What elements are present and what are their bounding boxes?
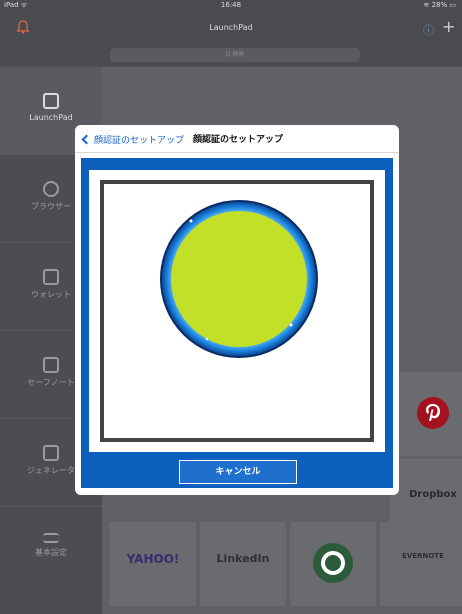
sidebar-item-label: LaunchPad: [29, 113, 73, 122]
sidebar-item-label: ジェネレータ: [27, 466, 75, 475]
camera-panel: キャンセル: [81, 158, 393, 488]
cancel-button[interactable]: キャンセル: [179, 460, 297, 484]
linkedin-tile[interactable]: LinkedIn: [200, 522, 286, 606]
chevron-left-icon: [81, 134, 92, 144]
pinterest-icon: [417, 397, 449, 429]
sidebar-item-label: セーフノート: [27, 378, 75, 387]
pinterest-tile[interactable]: [390, 372, 462, 456]
home-icon: [43, 93, 59, 109]
note-icon: [43, 357, 59, 373]
search-bar: Q 検索: [0, 45, 462, 65]
dropbox-label: Dropbox: [409, 489, 457, 500]
sidebar-item-label: 基本設定: [35, 548, 67, 557]
yahoo-label: YAHOO!: [126, 552, 180, 566]
yahoo-tile[interactable]: YAHOO!: [110, 522, 196, 606]
starbucks-tile[interactable]: [290, 522, 376, 606]
dialog-header: 顔認証のセットアップ 顔認証のセットアップ: [75, 125, 399, 153]
linkedin-label: LinkedIn: [216, 552, 270, 565]
sidebar-item-label: ウォレット: [31, 290, 71, 299]
back-button[interactable]: 顔認証のセットアップ: [81, 131, 184, 147]
evernote-label: EVERNOTE: [402, 552, 444, 560]
face-scan-indicator: [160, 200, 318, 358]
app-title: LaunchPad: [209, 23, 253, 32]
info-icon[interactable]: ⓘ: [423, 22, 434, 38]
starbucks-icon: [313, 543, 353, 583]
add-icon[interactable]: +: [442, 17, 455, 36]
search-input[interactable]: Q 検索: [110, 48, 360, 62]
back-button-label: 顔認証のセットアップ: [94, 135, 185, 146]
settings-icon: [43, 533, 59, 543]
face-setup-dialog: 顔認証のセットアップ 顔認証のセットアップ キャンセル: [75, 125, 399, 495]
camera-viewfinder: [100, 180, 374, 442]
sidebar-item-label: ブラウザー: [31, 202, 71, 211]
status-time: 16:48: [220, 1, 242, 9]
wallet-icon: [43, 269, 59, 285]
camera-frame: [89, 170, 385, 452]
status-battery: ≋ 28% ▭: [423, 1, 457, 9]
globe-icon: [43, 181, 59, 197]
navigation-bar: LaunchPad ⓘ +: [0, 11, 462, 45]
dialog-title: 顔認証のセットアップ: [193, 135, 284, 145]
sidebar-item-settings[interactable]: 基本設定: [0, 507, 102, 595]
status-bar: iPad ᯤ 16:48 ≋ 28% ▭: [0, 0, 462, 11]
evernote-tile[interactable]: EVERNOTE: [380, 522, 462, 606]
generator-icon: [43, 445, 59, 461]
